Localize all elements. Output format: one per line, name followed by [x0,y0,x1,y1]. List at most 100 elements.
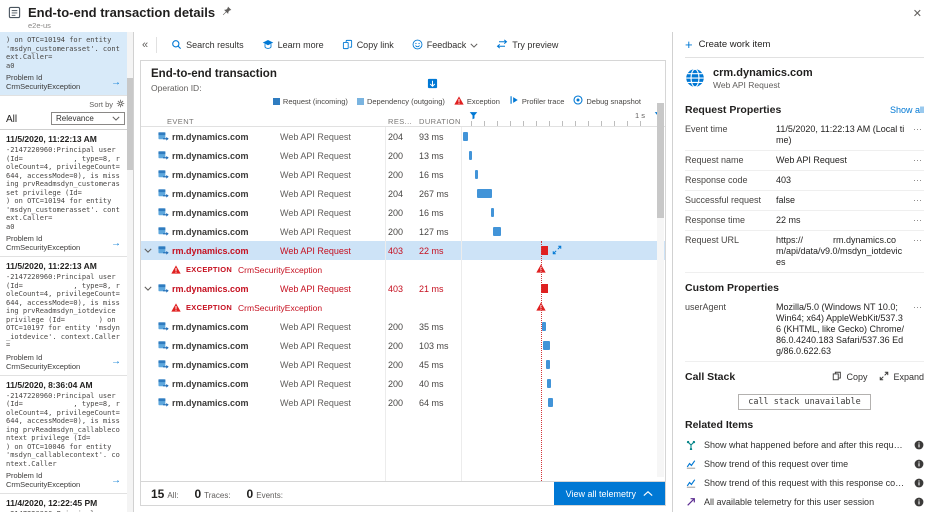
show-all-link[interactable]: Show all [890,105,924,115]
related-item-show-trend-of-this-request-with-this-res[interactable]: Show trend of this request with this res… [685,473,924,492]
more-options-icon[interactable]: ⋯ [911,215,924,226]
create-work-item-button[interactable]: + Create work item [685,32,924,58]
timeline-bar[interactable] [493,227,502,236]
timeline-bar[interactable] [545,360,550,369]
view-all-telemetry-button[interactable]: View all telemetry [553,482,665,505]
event-name: Web API Request [280,169,351,180]
timeline-bar[interactable] [468,151,472,160]
column-result[interactable]: RES... [385,117,415,126]
list-item[interactable]: 11/5/2020, 11:22:13 AM -2147220960:Princ… [0,257,133,376]
info-icon[interactable] [914,478,924,488]
related-item-show-what-happened-before-and-after-this[interactable]: Show what happened before and after this… [685,435,924,454]
table-row[interactable]: rm.dynamics.com Web API Request 204 93 m… [141,127,665,146]
timeline-bar[interactable] [475,170,479,179]
chevron-down-icon[interactable] [141,248,154,253]
error-marker[interactable] [540,284,548,293]
sidebar-scrollbar-thumb[interactable] [127,78,133,170]
table-row[interactable]: rm.dynamics.com Web API Request 200 103 … [141,336,665,355]
dependency-icon [154,245,172,256]
app-icon [685,68,705,90]
timeline-bar[interactable] [463,132,468,141]
property-label: Successful request [685,195,762,205]
result-code: 204 [388,131,404,142]
exception-row[interactable]: EXCEPTION CrmSecurityException [141,260,665,279]
more-options-icon[interactable]: ⋯ [911,124,924,135]
list-item[interactable]: 11/4/2020, 12:22:45 PM -2147220960:Princ… [0,494,133,512]
result-entry-selected[interactable]: ) on OTC=10194 for entity 'msdyn_custome… [0,32,133,96]
table-row[interactable]: rm.dynamics.com Web API Request 200 64 m… [141,393,665,412]
more-options-icon[interactable]: ⋯ [911,302,924,313]
timeline-bar[interactable] [548,398,554,407]
table-row[interactable]: rm.dynamics.com Web API Request 200 127 … [141,222,665,241]
gear-icon[interactable] [116,99,125,110]
info-icon[interactable] [914,459,924,469]
open-detail-arrow[interactable]: → [111,475,121,486]
close-icon[interactable]: ✕ [913,7,922,20]
table-row[interactable]: rm.dynamics.com Web API Request 200 16 m… [141,203,665,222]
duration-value: 93 ms [419,131,444,142]
result-timestamp: 11/5/2020, 8:36:04 AM [6,379,93,390]
table-row[interactable]: rm.dynamics.com Web API Request 200 40 m… [141,374,665,393]
toolbar-copy-link[interactable]: Copy link [334,36,402,55]
event-name: Web API Request [280,359,351,370]
more-options-icon[interactable]: ⋯ [911,195,924,206]
page-header: End-to-end transaction details e2e-us ✕ [0,0,934,32]
table-row[interactable]: rm.dynamics.com Web API Request 403 21 m… [141,279,665,298]
problem-id-label: Problem Id CrmSecurityException [6,73,81,91]
error-marker[interactable] [540,246,548,255]
more-options-icon[interactable]: ⋯ [911,175,924,186]
pin-icon[interactable] [222,6,232,19]
expand-call-stack-button[interactable]: Expand [879,371,924,383]
all-filter[interactable]: All [6,114,17,125]
panel-scrollbar-thumb[interactable] [657,103,664,218]
result-entry-text: -2147220960:Principal user (Id= , type=8… [6,391,133,468]
result-code: 200 [388,226,404,237]
exception-icon [454,95,464,107]
sort-select[interactable]: Relevance [51,112,125,125]
timeline-bar[interactable] [490,208,494,217]
column-duration[interactable]: DURATION [415,117,461,126]
chevron-down-icon[interactable] [141,286,154,291]
column-event[interactable]: EVENT [141,117,385,126]
toolbar-feedback[interactable]: Feedback [404,36,487,55]
duration-value: 16 ms [419,207,444,218]
exception-row[interactable]: EXCEPTION CrmSecurityException [141,298,665,317]
table-row[interactable]: rm.dynamics.com Web API Request 403 22 m… [141,241,665,260]
sidebar-scrollbar[interactable] [127,32,133,512]
panel-scrollbar[interactable] [657,103,664,477]
plus-icon: + [685,37,693,52]
table-row[interactable]: rm.dynamics.com Web API Request 200 13 m… [141,146,665,165]
event-name: Web API Request [280,131,351,142]
result-code: 200 [388,321,404,332]
toolbar-try-preview[interactable]: Try preview [488,36,566,54]
pin-to-dashboard-icon[interactable] [427,78,438,92]
problem-id-label: Problem Id CrmSecurityException [6,471,81,489]
expand-row-icon[interactable] [552,245,562,255]
table-row[interactable]: rm.dynamics.com Web API Request 200 45 m… [141,355,665,374]
timeline-bar[interactable] [547,379,551,388]
table-row[interactable]: rm.dynamics.com Web API Request 200 35 m… [141,317,665,336]
more-options-icon[interactable]: ⋯ [911,235,924,246]
result-code: 200 [388,150,404,161]
timeline-bar[interactable] [477,189,493,198]
collapse-sidebar-button[interactable]: « [140,37,158,53]
info-icon[interactable] [914,440,924,450]
list-item[interactable]: 11/5/2020, 8:36:04 AM -2147220960:Princi… [0,376,133,494]
table-row[interactable]: rm.dynamics.com Web API Request 204 267 … [141,184,665,203]
request-swatch [272,97,280,105]
toolbar-learn-more[interactable]: Learn more [254,36,332,55]
open-detail-arrow[interactable]: → [111,77,121,88]
more-options-icon[interactable]: ⋯ [911,155,924,166]
copy-call-stack-button[interactable]: Copy [832,371,867,383]
table-row[interactable]: rm.dynamics.com Web API Request 200 16 m… [141,165,665,184]
toolbar-search-results[interactable]: Search results [163,36,252,55]
legend: Request (incoming) Dependency (outgoing) E… [141,93,665,110]
related-item-all-available-telemetry-for-this-user-se[interactable]: All available telemetry for this user se… [685,492,924,511]
related-item-show-trend-of-this-request-over-time[interactable]: Show trend of this request over time [685,454,924,473]
info-icon[interactable] [914,497,924,507]
timeline-bar[interactable] [542,322,546,331]
open-detail-arrow[interactable]: → [111,356,121,367]
timeline-bar[interactable] [543,341,551,350]
open-detail-arrow[interactable]: → [111,238,121,249]
list-item[interactable]: 11/5/2020, 11:22:13 AM -2147220960:Princ… [0,130,133,257]
